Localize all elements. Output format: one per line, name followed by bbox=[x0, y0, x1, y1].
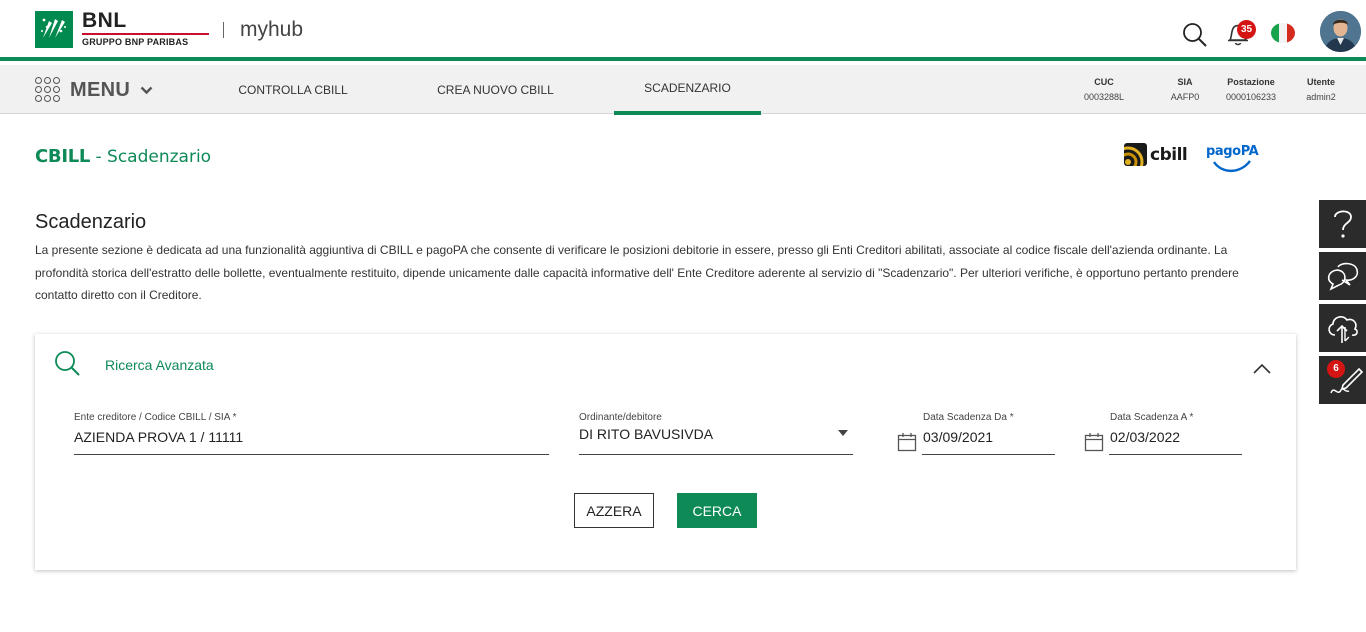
search-icon[interactable] bbox=[1182, 22, 1208, 53]
page-title-main: CBILL bbox=[35, 146, 91, 167]
data-scadenza-a-value[interactable]: 02/03/2022 bbox=[1110, 429, 1180, 445]
ente-creditore-field[interactable]: Ente creditore / Codice CBILL / SIA * AZ… bbox=[74, 412, 549, 455]
notification-badge[interactable]: 35 bbox=[1237, 20, 1256, 39]
section-description: La presente sezione è dedicata ad una fu… bbox=[35, 243, 1239, 302]
data-scadenza-da-field[interactable]: Data Scadenza Da * 03/09/2021 bbox=[922, 412, 1055, 455]
tab-scadenzario[interactable]: SCADENZARIO bbox=[614, 65, 761, 115]
dropdown-arrow-icon[interactable] bbox=[837, 430, 849, 437]
info-cuc-value: 0003288L bbox=[1083, 92, 1125, 102]
info-utente: Utente admin2 bbox=[1298, 77, 1344, 102]
pagopa-swoosh-icon bbox=[1213, 160, 1251, 173]
page-title-sub: Scadenzario bbox=[107, 147, 212, 167]
info-utente-value: admin2 bbox=[1306, 92, 1336, 102]
bnl-logo-icon[interactable] bbox=[35, 11, 73, 48]
logo-divider bbox=[223, 22, 224, 38]
info-cuc-label: CUC bbox=[1094, 77, 1114, 87]
brand-name: BNL bbox=[82, 9, 127, 32]
top-header: BNL GRUPPO BNP PARIBAS myhub 35 bbox=[0, 0, 1366, 61]
page-title-separator: - bbox=[90, 147, 108, 167]
data-scadenza-a-field[interactable]: Data Scadenza A * 02/03/2022 bbox=[1109, 412, 1242, 455]
data-scadenza-a-label: Data Scadenza A * bbox=[1110, 412, 1194, 423]
ente-creditore-label: Ente creditore / Codice CBILL / SIA * bbox=[74, 412, 237, 423]
help-icon bbox=[1333, 210, 1352, 238]
help-button[interactable] bbox=[1319, 200, 1366, 248]
search-icon bbox=[54, 350, 82, 383]
italian-flag-icon[interactable] bbox=[1271, 23, 1295, 43]
info-sia-value: AAFP0 bbox=[1170, 92, 1200, 102]
brand-subtitle: GRUPPO BNP PARIBAS bbox=[82, 37, 189, 47]
menu-button[interactable]: MENU bbox=[35, 76, 153, 104]
chevron-up-icon[interactable] bbox=[1253, 361, 1271, 379]
info-postazione-value: 0000106233 bbox=[1225, 92, 1277, 102]
calendar-icon[interactable] bbox=[1084, 432, 1104, 457]
cbill-logo-text: cbill bbox=[1150, 144, 1188, 165]
advanced-search-title[interactable]: Ricerca Avanzata bbox=[105, 357, 214, 373]
page-title: CBILL - Scadenzario bbox=[35, 146, 211, 168]
info-postazione: Postazione 0000106233 bbox=[1218, 77, 1284, 102]
advanced-search-card: Ricerca Avanzata Ente creditore / Codice… bbox=[35, 334, 1296, 570]
signature-button[interactable]: 6 bbox=[1319, 356, 1366, 404]
signature-badge: 6 bbox=[1327, 360, 1345, 378]
data-scadenza-da-value[interactable]: 03/09/2021 bbox=[923, 429, 993, 445]
chat-button[interactable] bbox=[1319, 252, 1366, 300]
ente-creditore-value[interactable]: AZIENDA PROVA 1 / 11111 bbox=[74, 429, 243, 445]
chat-icon bbox=[1327, 262, 1358, 291]
ordinante-label: Ordinante/debitore bbox=[579, 412, 662, 423]
cbill-logo-icon bbox=[1124, 143, 1147, 166]
info-cuc: CUC 0003288L bbox=[1077, 77, 1131, 102]
info-utente-label: Utente bbox=[1306, 77, 1335, 87]
cbill-logo: cbill bbox=[1124, 143, 1188, 166]
grid-menu-icon bbox=[35, 77, 61, 103]
search-button[interactable]: CERCA bbox=[677, 493, 757, 528]
pagopa-logo-text: pagoPA bbox=[1206, 144, 1259, 159]
chevron-down-icon bbox=[140, 86, 153, 94]
app-name: myhub bbox=[240, 18, 304, 41]
reset-button[interactable]: AZZERA bbox=[574, 493, 654, 528]
avatar[interactable] bbox=[1320, 11, 1361, 52]
tab-crea-nuovo-cbill[interactable]: CREA NUOVO CBILL bbox=[413, 65, 578, 114]
cloud-upload-icon bbox=[1327, 315, 1358, 343]
ordinante-value[interactable]: DI RITO BAVUSIVDA bbox=[579, 426, 713, 442]
upload-button[interactable] bbox=[1319, 304, 1366, 352]
info-postazione-label: Postazione bbox=[1227, 77, 1275, 87]
main-nav: MENU CONTROLLA CBILL CREA NUOVO CBILL SC… bbox=[0, 65, 1366, 115]
ordinante-select[interactable]: Ordinante/debitore DI RITO BAVUSIVDA bbox=[579, 412, 853, 455]
section-title: Scadenzario bbox=[35, 211, 147, 233]
menu-label: MENU bbox=[70, 78, 131, 101]
info-sia: SIA AAFP0 bbox=[1156, 77, 1214, 102]
tab-controlla-cbill[interactable]: CONTROLLA CBILL bbox=[213, 65, 373, 114]
pagopa-logo: pagoPA bbox=[1206, 144, 1259, 176]
calendar-icon[interactable] bbox=[897, 432, 917, 457]
data-scadenza-da-label: Data Scadenza Da * bbox=[923, 412, 1014, 423]
info-sia-label: SIA bbox=[1177, 77, 1193, 87]
brand-underline bbox=[82, 33, 209, 35]
